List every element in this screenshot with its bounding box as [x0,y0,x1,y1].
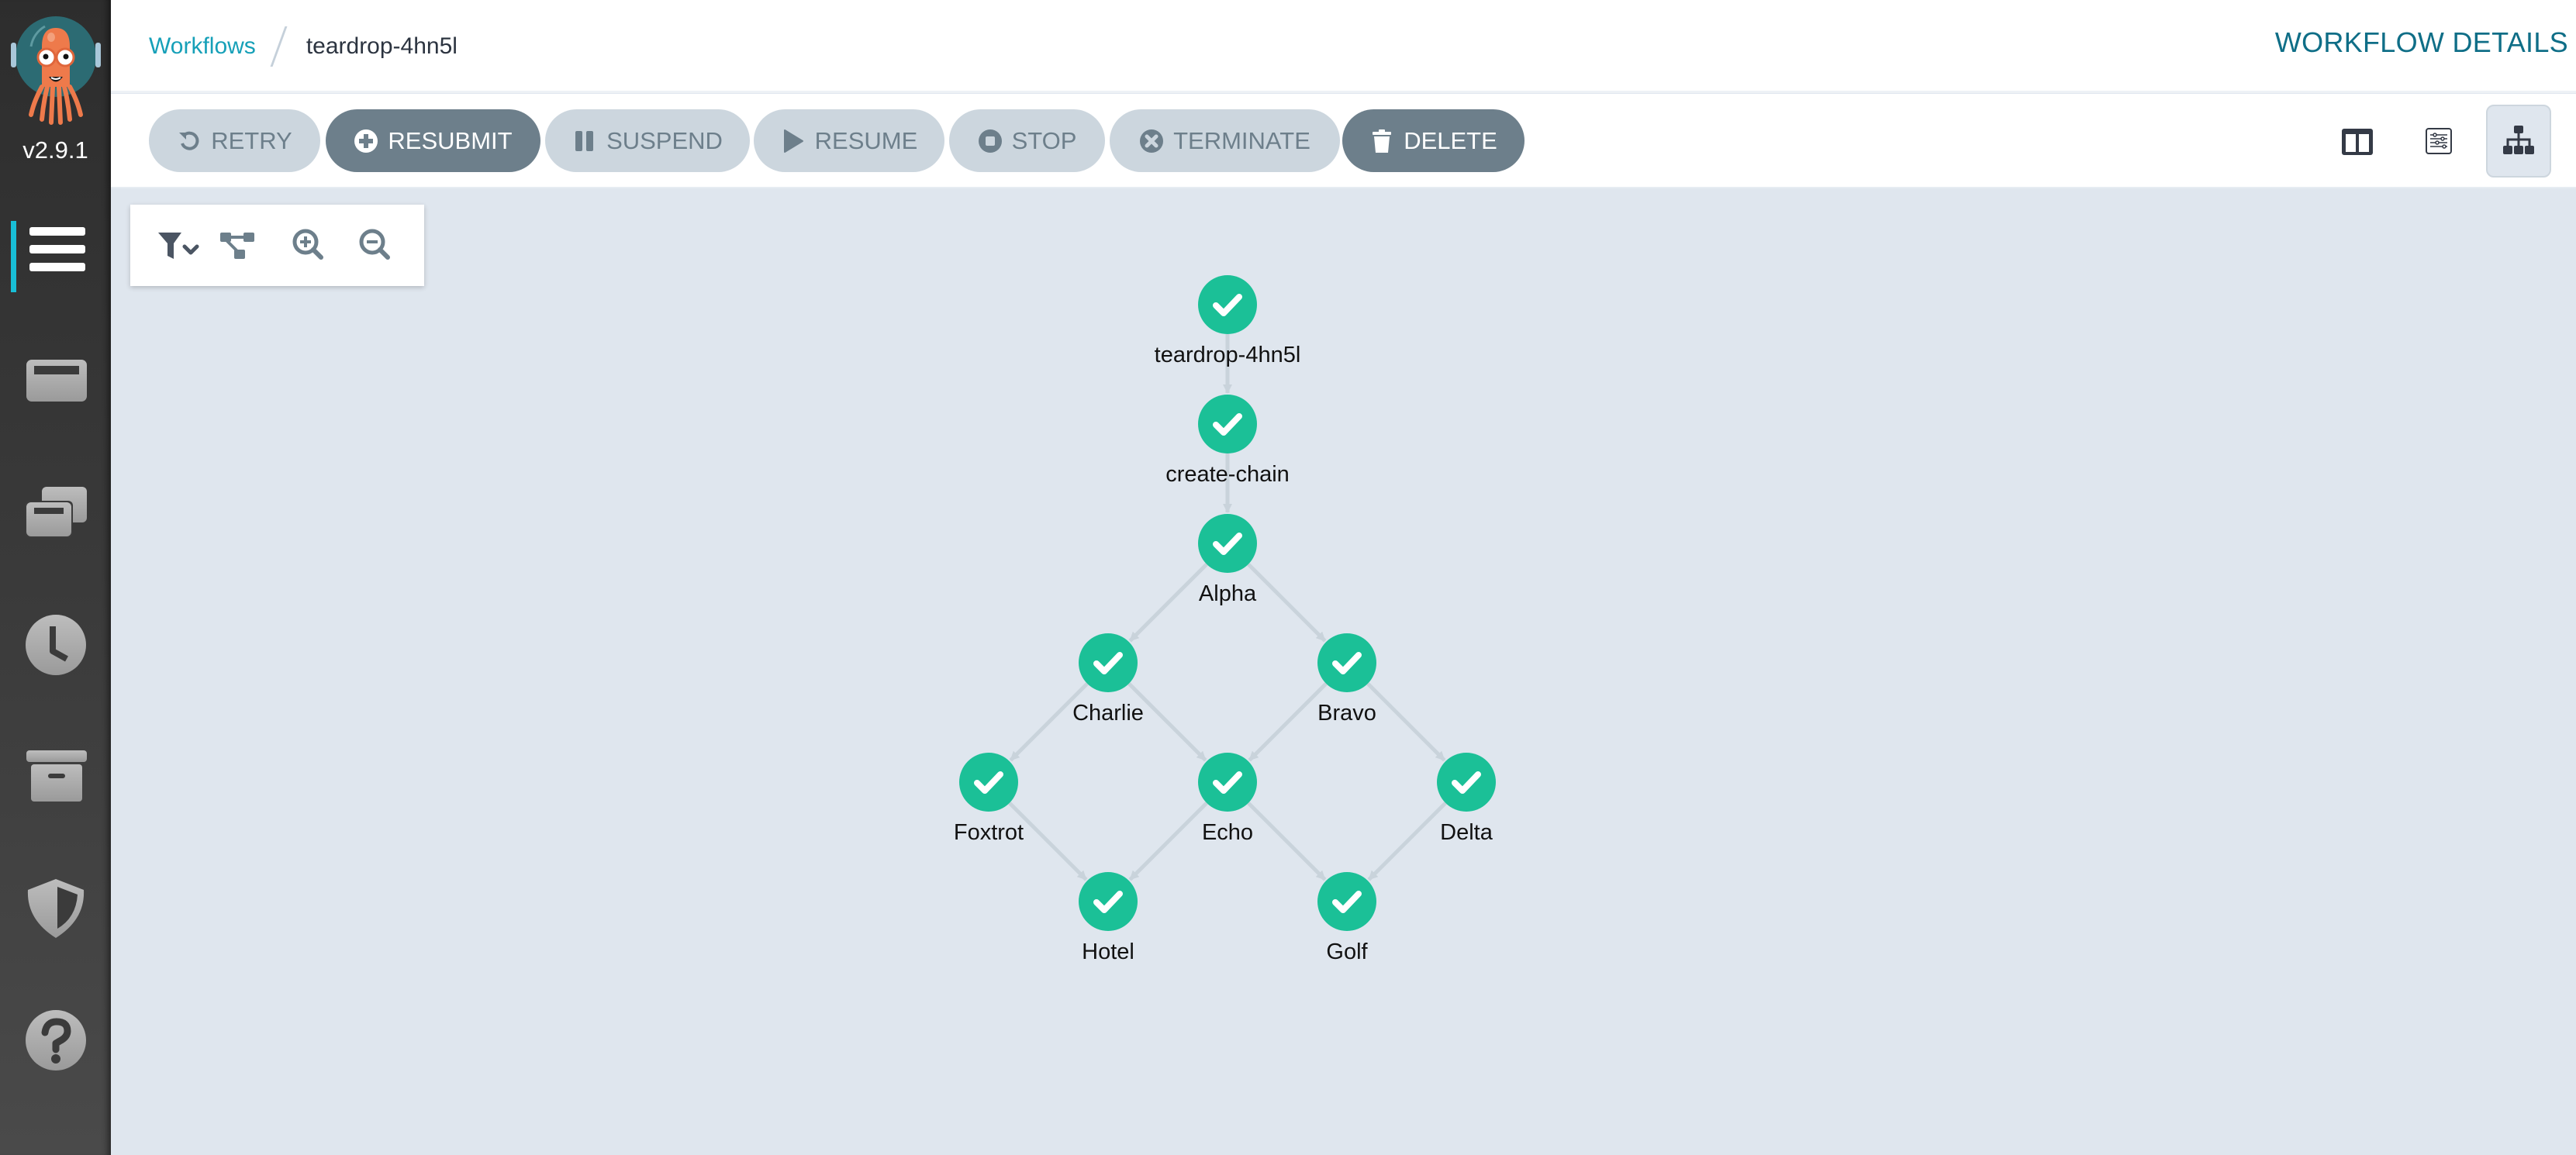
node-label: Bravo [1317,701,1376,726]
edge-Delta-to-Golf [1367,802,1447,881]
node-label: Delta [1440,820,1493,845]
sitemap-icon [2503,126,2534,154]
breadcrumb-current: teardrop-4hn5l [306,33,458,59]
shield-icon [27,879,84,938]
zoom-in-button[interactable] [287,223,330,267]
edge-Echo-to-Golf [1247,802,1327,881]
sidebar-item-cron-workflows[interactable] [0,598,111,691]
graph-nodes: teardrop-4hn5l create-chain Alpha Charlie Br… [954,275,1496,964]
stop-button[interactable]: STOP [949,109,1105,172]
stop-circle-icon [978,129,1002,153]
summary-view-button[interactable] [2406,105,2471,178]
node-label: Golf [1326,940,1368,964]
edge-Alpha-to-Bravo [1247,563,1327,643]
delete-button[interactable]: DELETE [1342,109,1525,172]
graph-node-Charlie[interactable]: Charlie [1072,633,1144,726]
play-icon [783,129,803,153]
sidebar-item-workflow-templates[interactable] [0,335,111,428]
layout-button[interactable] [214,223,261,267]
stop-label: STOP [1011,126,1077,154]
plus-circle-icon [354,129,378,153]
retry-icon [179,131,199,150]
filter-dropdown-icon [158,233,199,259]
sidebar-item-help[interactable] [0,994,111,1087]
delete-label: DELETE [1404,126,1497,154]
terminate-label: TERMINATE [1173,126,1310,154]
graph-toolbar [130,205,424,286]
suspend-button[interactable]: SUSPEND [545,109,750,172]
window-icon [26,360,87,402]
graph-node-Golf[interactable]: Golf [1317,872,1376,964]
edge-Bravo-to-Echo [1248,682,1328,762]
edge-Alpha-to-Charlie [1128,563,1208,643]
breadcrumb-separator [270,26,288,67]
sidebar: v2.9.1 [0,0,111,1155]
split-view-button[interactable] [2325,105,2390,178]
breadcrumb: Workflows teardrop-4hn5l [149,26,458,67]
sidebar-item-archived-workflows[interactable] [0,730,111,823]
edge-Bravo-to-Delta [1366,682,1446,762]
times-circle-icon [1140,129,1164,153]
edge-Echo-to-Hotel [1128,802,1208,881]
node-label: create-chain [1165,462,1290,487]
columns-icon [2342,129,2373,155]
resume-button[interactable]: RESUME [754,109,944,172]
sliders-icon [2426,128,2452,154]
windows-stack-icon [24,487,87,538]
zoom-out-button[interactable] [354,223,397,267]
graph-node-Delta[interactable]: Delta [1437,753,1496,845]
action-toolbar: RETRY RESUBMIT SUSPEND RESUME STOP TERMI… [111,94,2576,188]
graph-node-create-chain[interactable]: create-chain [1165,395,1290,487]
graph-node-Bravo[interactable]: Bravo [1317,633,1376,726]
terminate-button[interactable]: TERMINATE [1110,109,1340,172]
node-layout-icon [220,233,254,259]
graph-node-teardrop-4hn5l[interactable]: teardrop-4hn5l [1155,275,1301,367]
graph-view-button[interactable] [2486,105,2551,178]
retry-button[interactable]: RETRY [149,109,320,172]
sidebar-item-cluster-workflow-templates[interactable] [0,467,111,560]
node-label: Echo [1202,820,1253,845]
resume-label: RESUME [814,126,918,154]
question-circle-icon [25,1010,86,1071]
sidebar-item-user-info[interactable] [0,862,111,955]
graph-node-Foxtrot[interactable]: Foxtrot [954,753,1024,845]
zoom-in-icon [292,229,323,260]
node-label: Foxtrot [954,820,1024,845]
breadcrumb-workflows-link[interactable]: Workflows [149,33,256,60]
active-indicator [11,221,16,292]
filter-button[interactable] [150,223,202,267]
version-label: v2.9.1 [22,136,88,164]
graph-node-Hotel[interactable]: Hotel [1079,872,1138,964]
graph-node-Alpha[interactable]: Alpha [1198,514,1257,606]
node-label: Hotel [1082,940,1134,964]
suspend-label: SUSPEND [606,126,723,154]
resubmit-label: RESUBMIT [388,126,513,154]
archive-box-icon [26,750,87,802]
sidebar-item-workflows[interactable] [0,204,111,297]
trash-icon [1373,129,1392,153]
node-label: teardrop-4hn5l [1155,343,1301,367]
zoom-out-icon [359,229,390,260]
page-title: WORKFLOW DETAILS [2274,26,2568,58]
pause-icon [575,130,594,151]
node-label: Charlie [1072,701,1144,726]
node-label: Alpha [1199,581,1257,606]
resubmit-button[interactable]: RESUBMIT [326,109,540,172]
retry-label: RETRY [211,126,292,154]
graph-node-Echo[interactable]: Echo [1198,753,1257,845]
workflows-list-icon [29,227,85,271]
argo-logo[interactable] [11,16,101,132]
clock-icon [25,615,86,675]
header: Workflows teardrop-4hn5l WORKFLOW DETAIL… [111,0,2576,93]
